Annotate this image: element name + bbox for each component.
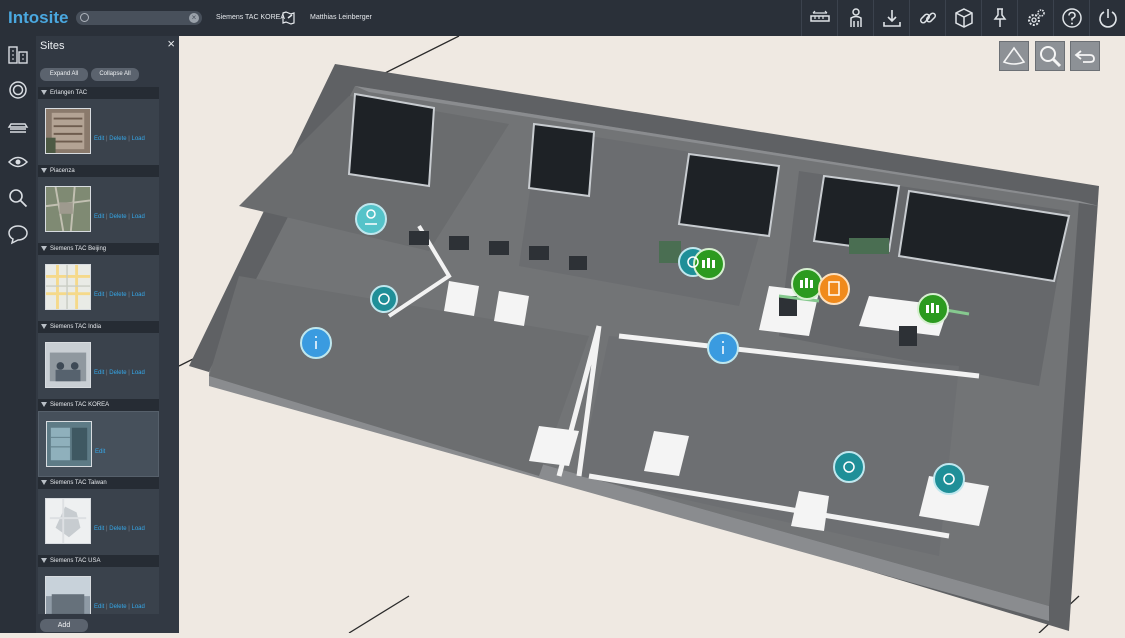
- settings-icon: [1027, 9, 1045, 26]
- collapse-all-button[interactable]: Collapse All: [91, 68, 139, 81]
- left-icon-bar: [0, 36, 36, 633]
- site-thumbnail: [46, 421, 92, 467]
- target-nav-button[interactable]: [0, 72, 36, 108]
- delete-link[interactable]: Delete: [109, 214, 126, 220]
- edit-link[interactable]: Edit: [94, 604, 104, 610]
- target-icon: [9, 81, 27, 99]
- edit-link[interactable]: Edit: [95, 449, 105, 455]
- zoom-icon: [1040, 46, 1062, 68]
- search-input[interactable]: ×: [76, 11, 202, 25]
- site-item-india[interactable]: Siemens TAC India Edit | Delete | Load: [38, 321, 159, 399]
- site-name[interactable]: Siemens TAC India: [38, 321, 159, 333]
- site-thumbnail: [45, 186, 91, 232]
- site-name[interactable]: Siemens TAC USA: [38, 555, 159, 567]
- site-name[interactable]: Piacenza: [38, 165, 159, 177]
- site-name[interactable]: Siemens TAC Taiwan: [38, 477, 159, 489]
- search-nav-button[interactable]: [0, 180, 36, 216]
- edit-link[interactable]: Edit: [94, 136, 104, 142]
- site-map-icon[interactable]: [282, 11, 295, 25]
- edit-link[interactable]: Edit: [94, 370, 104, 376]
- view-cone-button[interactable]: [999, 41, 1029, 71]
- sites-panel: Sites × Expand All Collapse All Erlangen…: [36, 36, 203, 633]
- person-icon: [849, 8, 862, 27]
- edit-link[interactable]: Edit: [94, 526, 104, 532]
- site-thumbnail: [45, 108, 91, 154]
- site-name[interactable]: Siemens TAC Beijing: [38, 243, 159, 255]
- site-item-beijing[interactable]: Siemens TAC Beijing Edit | Delete | Load: [38, 243, 159, 321]
- current-site-label: Siemens TAC KOREA: [216, 14, 285, 21]
- load-link[interactable]: Load: [132, 604, 145, 610]
- clear-icon[interactable]: ×: [189, 13, 199, 23]
- delete-link[interactable]: Delete: [109, 604, 126, 610]
- top-toolbar: Intosite × Siemens TAC KOREA Matthias Le…: [0, 0, 1125, 36]
- measure-button[interactable]: [801, 0, 837, 36]
- sites-nav-button[interactable]: [0, 36, 36, 72]
- user-name[interactable]: Matthias Leinberger: [310, 14, 372, 21]
- edit-link[interactable]: Edit: [94, 214, 104, 220]
- edit-link[interactable]: Edit: [94, 292, 104, 298]
- view-cone-icon: [1002, 46, 1026, 65]
- site-list: Erlangen TAC Edit | Delete | Load Piacen…: [38, 87, 159, 614]
- site-item-korea[interactable]: Siemens TAC KOREA Edit: [38, 399, 159, 477]
- site-thumbnail: [45, 342, 91, 388]
- cube-button[interactable]: [945, 0, 981, 36]
- 3d-viewport[interactable]: [178, 35, 1125, 634]
- floorplan-3d-view[interactable]: [178, 35, 1125, 634]
- layers-nav-button[interactable]: [0, 108, 36, 144]
- site-item-taiwan[interactable]: Siemens TAC Taiwan Edit | Delete | Load: [38, 477, 159, 555]
- site-name[interactable]: Siemens TAC KOREA: [38, 399, 159, 411]
- site-thumbnail: [45, 576, 91, 614]
- site-name[interactable]: Erlangen TAC: [38, 87, 159, 99]
- settings-button[interactable]: [1017, 0, 1053, 36]
- delete-link[interactable]: Delete: [109, 136, 126, 142]
- download-icon: [882, 10, 901, 27]
- pin-button[interactable]: [981, 0, 1017, 36]
- search-icon: [9, 189, 28, 208]
- buildings-icon: [8, 46, 28, 64]
- expand-all-button[interactable]: Expand All: [40, 68, 88, 81]
- person-button[interactable]: [837, 0, 873, 36]
- load-link[interactable]: Load: [132, 136, 145, 142]
- load-link[interactable]: Load: [132, 292, 145, 298]
- power-button[interactable]: [1089, 0, 1125, 36]
- eye-icon: [7, 156, 29, 168]
- back-icon: [1074, 50, 1095, 63]
- zoom-button[interactable]: [1035, 41, 1065, 71]
- site-item-usa[interactable]: Siemens TAC USA Edit | Delete | Load: [38, 555, 159, 614]
- help-icon: [1061, 8, 1082, 28]
- add-site-button[interactable]: Add: [40, 619, 88, 632]
- load-link[interactable]: Load: [132, 214, 145, 220]
- measure-icon: [809, 10, 830, 22]
- delete-link[interactable]: Delete: [109, 370, 126, 376]
- close-icon[interactable]: ×: [167, 36, 175, 51]
- panel-title: Sites: [40, 40, 65, 52]
- site-item-piacenza[interactable]: Piacenza Edit | Delete | Load: [38, 165, 159, 243]
- link-icon: [919, 12, 936, 24]
- link-button[interactable]: [909, 0, 945, 36]
- comment-icon: [8, 225, 28, 245]
- site-thumbnail: [45, 498, 91, 544]
- cube-icon: [954, 8, 973, 28]
- app-logo: Intosite: [8, 8, 69, 27]
- load-link[interactable]: Load: [132, 526, 145, 532]
- visibility-nav-button[interactable]: [0, 144, 36, 180]
- toolbar-tools: [801, 0, 1125, 36]
- load-link[interactable]: Load: [132, 370, 145, 376]
- back-button[interactable]: [1070, 41, 1100, 71]
- site-item-erlangen[interactable]: Erlangen TAC Edit | Delete | Load: [38, 87, 159, 165]
- layers-icon: [7, 123, 29, 133]
- delete-link[interactable]: Delete: [109, 292, 126, 298]
- comments-nav-button[interactable]: [0, 216, 36, 252]
- search-icon: [80, 13, 89, 22]
- download-button[interactable]: [873, 0, 909, 36]
- power-icon: [1098, 9, 1117, 28]
- site-thumbnail: [45, 264, 91, 310]
- delete-link[interactable]: Delete: [109, 526, 126, 532]
- help-button[interactable]: [1053, 0, 1089, 36]
- pin-icon: [993, 8, 1006, 27]
